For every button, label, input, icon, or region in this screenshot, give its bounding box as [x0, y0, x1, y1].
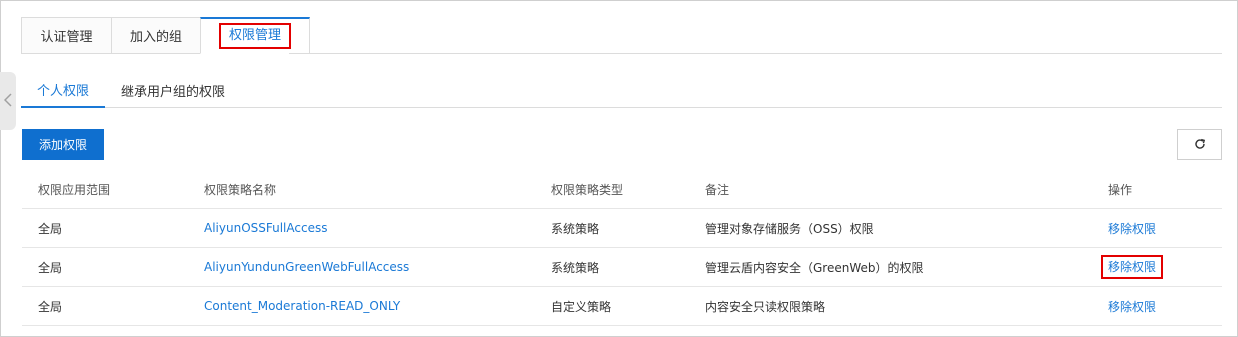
policy-name-link[interactable]: AliyunYundunGreenWebFullAccess	[204, 248, 409, 286]
note-cell: 管理对象存储服务（OSS）权限	[705, 221, 874, 236]
remove-permission-link-highlighted[interactable]: 移除权限	[1101, 248, 1164, 286]
tab-joined-groups[interactable]: 加入的组	[111, 17, 200, 54]
subtab-inherited-permissions[interactable]: 继承用户组的权限	[105, 73, 241, 108]
refresh-button[interactable]	[1177, 129, 1222, 160]
collapse-sidebar-handle[interactable]	[0, 72, 16, 130]
remove-permission-link[interactable]: 移除权限	[1108, 209, 1156, 247]
tab-label: 认证管理	[40, 30, 93, 45]
column-header: 备注	[705, 182, 730, 197]
policy-type-cell: 系统策略	[551, 260, 600, 275]
column-header: 操作	[1108, 182, 1133, 197]
table-row: 全局 Content_Moderation-READ_ONLY 自定义策略 内容…	[22, 287, 1222, 326]
tab-label-highlighted: 权限管理	[218, 23, 291, 49]
policy-name-link[interactable]: AliyunOSSFullAccess	[204, 209, 327, 247]
scope-cell: 全局	[38, 221, 63, 236]
permissions-table: 权限应用范围 权限策略名称 权限策略类型 备注 操作 全局 AliyunOSSF…	[22, 170, 1222, 326]
policy-type-cell: 系统策略	[551, 221, 600, 236]
table-row: 全局 AliyunOSSFullAccess 系统策略 管理对象存储服务（OSS…	[22, 209, 1222, 248]
policy-name-link[interactable]: Content_Moderation-READ_ONLY	[204, 287, 400, 325]
subtab-personal-permissions[interactable]: 个人权限	[21, 73, 106, 108]
scope-cell: 全局	[38, 260, 63, 275]
subtab-label: 个人权限	[37, 84, 90, 99]
remove-permission-link[interactable]: 移除权限	[1108, 287, 1156, 325]
top-tabs: 认证管理 加入的组 权限管理	[21, 17, 310, 54]
tab-permission-management[interactable]: 权限管理	[200, 17, 310, 54]
policy-type-cell: 自定义策略	[551, 299, 612, 314]
chevron-left-icon	[3, 92, 12, 110]
note-cell: 管理云盾内容安全（GreenWeb）的权限	[705, 260, 924, 275]
tabs-divider	[289, 53, 1222, 54]
column-header: 权限策略类型	[551, 182, 624, 197]
table-row: 全局 AliyunYundunGreenWebFullAccess 系统策略 管…	[22, 248, 1222, 287]
refresh-icon	[1194, 137, 1206, 153]
column-header: 权限应用范围	[38, 182, 111, 197]
tab-label: 加入的组	[129, 30, 182, 45]
subtab-label: 继承用户组的权限	[121, 85, 226, 100]
tab-auth-management[interactable]: 认证管理	[21, 17, 111, 54]
column-header: 权限策略名称	[204, 182, 277, 197]
note-cell: 内容安全只读权限策略	[705, 299, 826, 314]
sub-tabs: 个人权限 继承用户组的权限	[21, 73, 1222, 108]
scope-cell: 全局	[38, 299, 63, 314]
add-permission-button[interactable]: 添加权限	[22, 129, 104, 160]
action-label: 移除权限	[1101, 255, 1164, 279]
table-header: 权限应用范围 权限策略名称 权限策略类型 备注 操作	[22, 170, 1222, 209]
